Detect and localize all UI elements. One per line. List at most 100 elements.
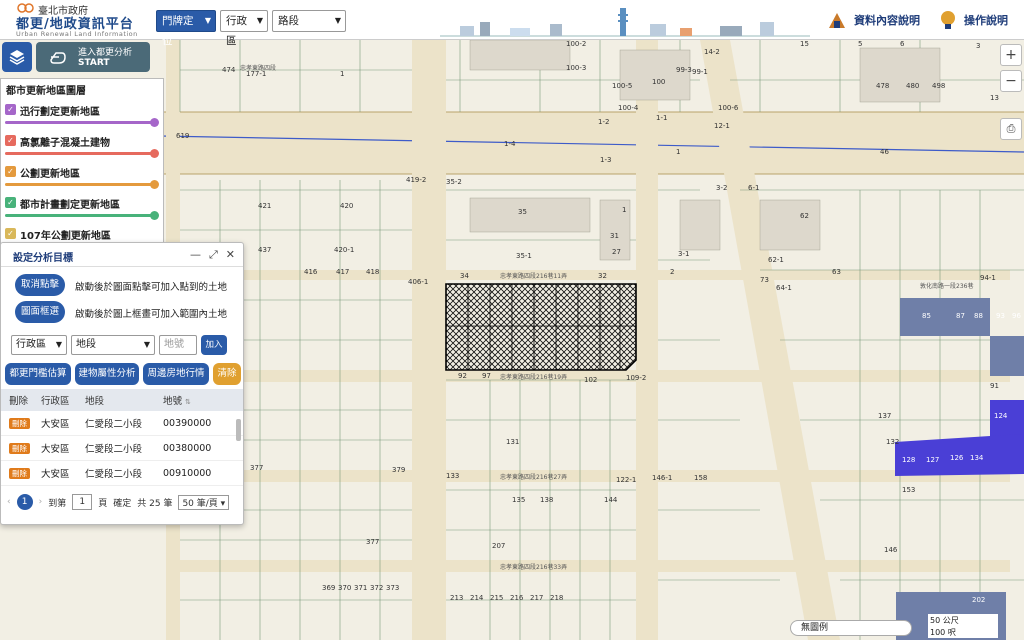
start-analysis-line1: 進入都更分析	[78, 48, 133, 58]
box-select-button[interactable]: 圖面框選	[15, 301, 65, 323]
svg-text:369: 369	[322, 584, 335, 592]
svg-text:100-6: 100-6	[718, 104, 739, 112]
svg-text:131: 131	[506, 438, 519, 446]
layer-item[interactable]: ✓ 高氯離子混凝土建物	[5, 132, 159, 163]
svg-text:31: 31	[610, 232, 619, 240]
cell-lot: 00390000	[163, 417, 212, 429]
svg-text:373: 373	[386, 584, 399, 592]
prev-page-icon[interactable]: ‹	[7, 497, 11, 507]
dialog-title: 設定分析目標	[13, 253, 73, 264]
minimize-icon[interactable]: —	[190, 248, 201, 262]
svg-text:377: 377	[250, 464, 263, 472]
check-icon[interactable]: ✓	[5, 197, 16, 208]
svg-text:1-1: 1-1	[656, 114, 667, 122]
goto-label: 到第	[48, 498, 67, 509]
layer-item[interactable]: ✓ 公劃更新地區	[5, 163, 159, 194]
svg-text:138: 138	[540, 496, 553, 504]
svg-text:102: 102	[584, 376, 597, 384]
svg-text:370: 370	[338, 584, 351, 592]
print-button[interactable]: ⎙	[1000, 118, 1022, 140]
clear-button[interactable]: 清除	[213, 363, 241, 385]
svg-text:忠孝東路四段216巷11弄: 忠孝東路四段216巷11弄	[500, 272, 567, 280]
svg-text:144: 144	[604, 496, 618, 504]
per-page-value: 50 筆/頁	[182, 498, 218, 509]
chevron-down-icon: ▼	[334, 16, 341, 25]
slider-handle[interactable]	[150, 180, 159, 189]
svg-text:32: 32	[598, 272, 607, 280]
cell-section: 仁愛段二小段	[85, 444, 143, 455]
goto-confirm-button[interactable]: 確定	[113, 496, 131, 509]
column-header-label: 地號	[163, 396, 183, 407]
dialog-titlebar[interactable]: 設定分析目標 — ⤢ ✕	[1, 243, 243, 267]
legend-box[interactable]: 無圖例	[790, 620, 912, 636]
next-page-icon[interactable]: ›	[39, 497, 43, 507]
check-icon[interactable]: ✓	[5, 104, 16, 115]
svg-text:91: 91	[990, 382, 999, 390]
opacity-slider[interactable]	[5, 121, 155, 124]
table-row: 刪除 大安區 仁愛段二小段 00910000	[1, 461, 243, 486]
dialog-district-value: 行政區	[16, 339, 46, 350]
delete-row-button[interactable]: 刪除	[9, 417, 30, 429]
data-info-link[interactable]: 資料內容說明	[826, 8, 920, 32]
layer-item[interactable]: ✓ 都市計畫劃定更新地區	[5, 194, 159, 225]
svg-text:97: 97	[482, 372, 491, 380]
selected-lots-table: 刪除 行政區 地段 地號 ⇅ 刪除 大安區 仁愛段二小段 00390000 刪除…	[1, 389, 243, 486]
road-select[interactable]: 路段 ▼	[272, 10, 346, 32]
per-page-select[interactable]: 50 筆/頁 ▾	[178, 494, 230, 510]
opacity-slider[interactable]	[5, 183, 155, 186]
svg-text:215: 215	[490, 594, 503, 602]
svg-text:214: 214	[470, 594, 484, 602]
zoom-out-button[interactable]: −	[1000, 70, 1022, 92]
svg-text:1: 1	[340, 70, 344, 78]
goto-page-input[interactable]: 1	[72, 494, 93, 510]
total-count: 共 25 筆	[137, 498, 173, 509]
svg-text:207: 207	[492, 542, 505, 550]
nearby-price-button[interactable]: 周邊房地行情	[143, 363, 209, 385]
maximize-icon[interactable]: ⤢	[209, 248, 218, 262]
delete-row-button[interactable]: 刪除	[9, 442, 30, 454]
cell-section: 仁愛段二小段	[85, 469, 143, 480]
sort-icon: ⇅	[185, 398, 191, 406]
dialog-district-select[interactable]: 行政區 ▼	[11, 335, 67, 355]
svg-text:46: 46	[880, 148, 889, 156]
table-scrollbar[interactable]	[236, 419, 241, 441]
building-attribute-button[interactable]: 建物屬性分析	[75, 363, 139, 385]
app-header: 臺北市政府 都更/地政資訊平台 Urban Renewal Land Infor…	[0, 0, 1024, 47]
check-icon[interactable]: ✓	[5, 228, 16, 239]
slider-handle[interactable]	[150, 149, 159, 158]
chevron-down-icon: ▼	[204, 16, 211, 25]
check-icon[interactable]: ✓	[5, 166, 16, 177]
svg-text:406-1: 406-1	[408, 278, 428, 286]
district-select[interactable]: 行政區 ▼	[220, 10, 268, 47]
locate-mode-select[interactable]: 門牌定位 ▼	[156, 10, 216, 47]
cell-district: 大安區	[41, 444, 70, 455]
svg-text:85: 85	[922, 312, 931, 320]
current-page[interactable]: 1	[16, 494, 33, 510]
renewal-threshold-button[interactable]: 都更門檻估算	[5, 363, 71, 385]
dialog-section-select[interactable]: 地段 ▼	[71, 335, 155, 355]
svg-text:419-2: 419-2	[406, 176, 426, 184]
check-icon[interactable]: ✓	[5, 135, 16, 146]
close-icon[interactable]: ✕	[226, 248, 235, 262]
add-lot-button[interactable]: 加入	[201, 335, 227, 355]
lightbulb-icon	[941, 11, 955, 29]
start-analysis-button[interactable]: 進入都更分析 START	[36, 42, 150, 72]
layer-panel: 都市更新地區圖層 ✓ 迅行劃定更新地區 ✓ 高氯離子混凝土建物 ✓ 公劃更新地區…	[0, 78, 164, 250]
slider-handle[interactable]	[150, 118, 159, 127]
site-logo[interactable]: 臺北市政府 都更/地政資訊平台 Urban Renewal Land Infor…	[8, 2, 148, 38]
opacity-slider[interactable]	[5, 214, 155, 217]
svg-text:1: 1	[622, 206, 626, 214]
zoom-in-button[interactable]: +	[1000, 44, 1022, 66]
lot-number-input[interactable]: 地號	[159, 335, 197, 355]
column-header: 行政區	[41, 396, 70, 407]
delete-row-button[interactable]: 刪除	[9, 467, 30, 479]
layers-toggle-button[interactable]	[2, 42, 32, 72]
selected-parcels[interactable]	[445, 283, 637, 371]
layer-item[interactable]: ✓ 迅行劃定更新地區	[5, 101, 159, 132]
help-link[interactable]: 操作說明	[938, 8, 1008, 32]
column-header[interactable]: 地號 ⇅	[163, 393, 233, 407]
slider-handle[interactable]	[150, 211, 159, 220]
svg-text:73: 73	[760, 276, 769, 284]
opacity-slider[interactable]	[5, 152, 155, 155]
cancel-click-button[interactable]: 取消點擊	[15, 274, 65, 296]
